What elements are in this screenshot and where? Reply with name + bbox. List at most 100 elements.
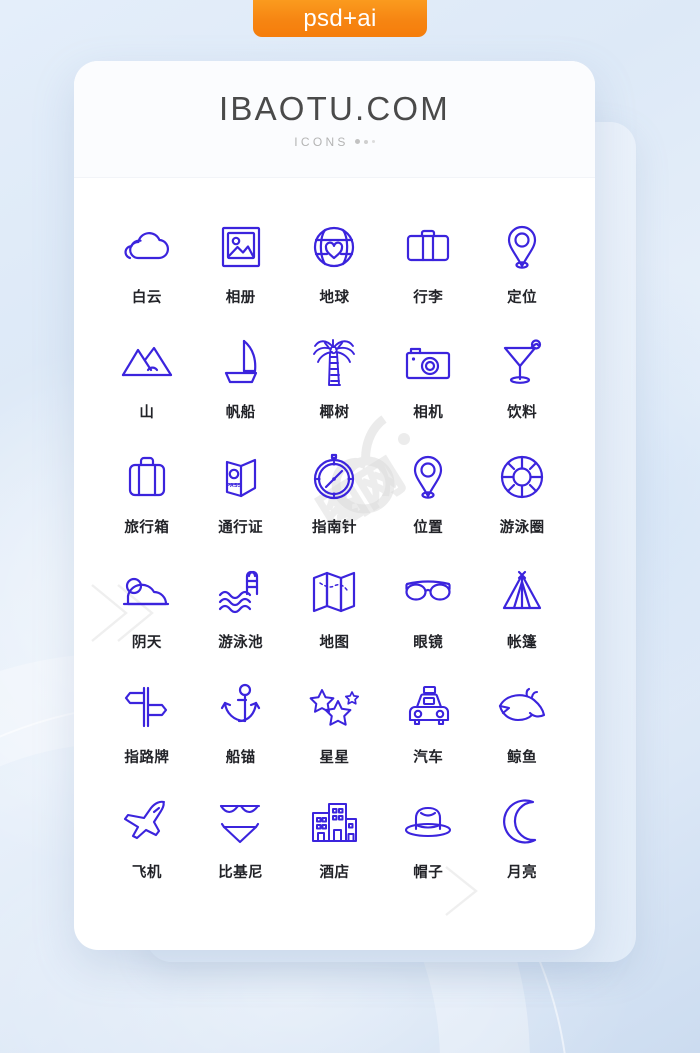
subtitle-dots <box>354 139 375 144</box>
subtitle-row: ICONS <box>294 135 375 149</box>
sailboat-icon <box>214 335 268 389</box>
card-header: IBAOTU.COM ICONS <box>74 61 595 178</box>
icon-cell[interactable]: 月亮 <box>475 795 569 910</box>
cloudy-sun-icon <box>120 565 174 619</box>
icon-cell[interactable]: 鲸鱼 <box>475 680 569 795</box>
icon-cell[interactable]: 眼镜 <box>381 565 475 680</box>
icon-cell[interactable]: 帽子 <box>381 795 475 910</box>
folded-map-icon <box>307 565 361 619</box>
icon-cell[interactable]: 白云 <box>100 220 194 335</box>
icon-cell[interactable]: 旅行箱 <box>100 450 194 565</box>
icon-cell[interactable]: 比基尼 <box>194 795 288 910</box>
icon-label: 阴天 <box>131 635 162 651</box>
icon-label: 眼镜 <box>413 635 444 651</box>
dot-3-icon <box>371 140 375 143</box>
icon-label: 行李 <box>413 290 444 306</box>
luggage-icon <box>401 220 455 274</box>
airplane-icon <box>120 795 174 849</box>
globe-heart-icon <box>307 220 361 274</box>
icon-label: 地图 <box>319 635 350 651</box>
icon-label: 比基尼 <box>218 865 264 881</box>
icon-cell[interactable]: 指路牌 <box>100 680 194 795</box>
icon-label: 地球 <box>319 290 350 306</box>
bikini-icon <box>214 795 268 849</box>
icon-label: 月亮 <box>507 865 538 881</box>
palm-tree-icon <box>307 335 361 389</box>
icon-label: 通行证 <box>218 520 264 536</box>
icon-cell[interactable]: 饮料 <box>475 335 569 450</box>
page-title: IBAOTU.COM <box>218 89 450 127</box>
icon-cell[interactable]: PASS 通行证 <box>194 450 288 565</box>
icon-label: 旅行箱 <box>124 520 170 536</box>
icon-grid: 白云 相册 地球 行李 定位 山 帆船 椰树 相机 饮料 旅行箱 PASS 通行… <box>74 178 595 910</box>
anchor-icon <box>214 680 268 734</box>
dot-2-icon <box>363 139 368 144</box>
icon-label: 饮料 <box>507 405 538 421</box>
photo-album-icon <box>214 220 268 274</box>
icon-label: 指路牌 <box>124 750 170 766</box>
cocktail-drink-icon <box>495 335 549 389</box>
icon-label: 飞机 <box>131 865 162 881</box>
signpost-icon <box>120 680 174 734</box>
icon-cell[interactable]: 位置 <box>381 450 475 565</box>
icon-cell[interactable]: 山 <box>100 335 194 450</box>
icon-label: 帆船 <box>225 405 256 421</box>
icon-label: 相机 <box>413 405 444 421</box>
icon-label: 酒店 <box>319 865 350 881</box>
icon-cell[interactable]: 相机 <box>381 335 475 450</box>
location-pin-icon <box>495 220 549 274</box>
swimming-pool-icon <box>214 565 268 619</box>
icon-label: 星星 <box>319 750 350 766</box>
icon-cell[interactable]: 行李 <box>381 220 475 335</box>
cloud-icon <box>120 220 174 274</box>
icon-label: 指南针 <box>311 520 357 536</box>
icon-label: 白云 <box>131 290 162 306</box>
mountain-icon <box>120 335 174 389</box>
icon-cell[interactable]: 游泳池 <box>194 565 288 680</box>
icon-label: 汽车 <box>413 750 444 766</box>
suitcase-icon <box>120 450 174 504</box>
tent-icon <box>495 565 549 619</box>
icon-cell[interactable]: 指南针 <box>288 450 382 565</box>
icon-cell[interactable]: 游泳圈 <box>475 450 569 565</box>
icon-cell[interactable]: 帐篷 <box>475 565 569 680</box>
icon-label: 相册 <box>225 290 256 306</box>
page-root: psd+ai IBAOTU.COM ICONS 图网 白云 相册 地球 行李 定… <box>0 0 700 1053</box>
life-ring-icon <box>495 450 549 504</box>
page-subtitle: ICONS <box>294 134 349 149</box>
icon-cell[interactable]: 地图 <box>288 565 382 680</box>
passport-inner-text: PASS <box>226 483 241 489</box>
icon-label: 椰树 <box>319 405 350 421</box>
car-taxi-icon <box>401 680 455 734</box>
icon-label: 鲸鱼 <box>507 750 538 766</box>
position-pin-icon <box>401 450 455 504</box>
passport-icon: PASS <box>214 450 268 504</box>
icon-cell[interactable]: 汽车 <box>381 680 475 795</box>
icon-label: 游泳圈 <box>499 520 545 536</box>
compass-icon <box>307 450 361 504</box>
moon-icon <box>495 795 549 849</box>
icon-cell[interactable]: 地球 <box>288 220 382 335</box>
icon-cell[interactable]: 椰树 <box>288 335 382 450</box>
icon-label: 定位 <box>507 290 538 306</box>
dot-1-icon <box>354 139 360 144</box>
icon-cell[interactable]: 船锚 <box>194 680 288 795</box>
icon-cell[interactable]: 帆船 <box>194 335 288 450</box>
icon-label: 帽子 <box>413 865 444 881</box>
sunglasses-icon <box>401 565 455 619</box>
icon-label: 游泳池 <box>218 635 264 651</box>
camera-icon <box>401 335 455 389</box>
icon-label: 山 <box>139 405 155 421</box>
icon-label: 位置 <box>413 520 444 536</box>
icon-cell[interactable]: 酒店 <box>288 795 382 910</box>
icon-cell[interactable]: 星星 <box>288 680 382 795</box>
icon-cell[interactable]: 阴天 <box>100 565 194 680</box>
hotel-building-icon <box>307 795 361 849</box>
icon-cell[interactable]: 相册 <box>194 220 288 335</box>
icon-label: 船锚 <box>225 750 256 766</box>
psd-ai-badge: psd+ai <box>253 0 427 37</box>
stars-icon <box>307 680 361 734</box>
icon-cell[interactable]: 飞机 <box>100 795 194 910</box>
icon-cell[interactable]: 定位 <box>475 220 569 335</box>
icon-set-card: IBAOTU.COM ICONS 图网 白云 相册 地球 行李 定位 山 帆船 … <box>74 61 595 950</box>
